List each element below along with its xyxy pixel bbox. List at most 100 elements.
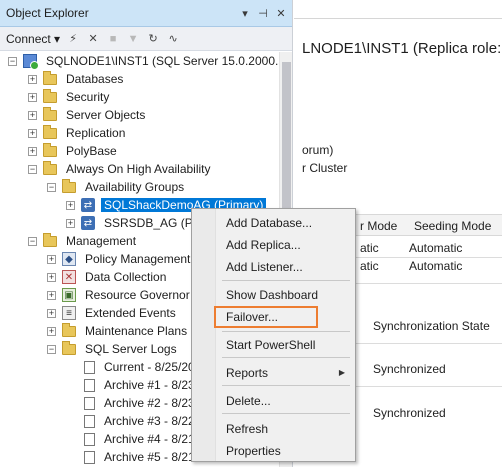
grid-cell: Automatic	[409, 241, 463, 255]
menu-item-add-replica[interactable]: Add Replica...	[226, 236, 301, 254]
object-explorer-toolbar: Connect ▾ ⚡ ✕ ■ ▼ ↻ ∿	[0, 27, 292, 51]
log-file-icon	[84, 396, 95, 410]
tree-node-always-on[interactable]: − Always On High Availability	[28, 160, 214, 178]
tree-node-log-current[interactable]: Current - 8/25/20	[84, 358, 198, 376]
tree-node-label: Server Objects	[66, 108, 146, 122]
tree-node-availability-groups[interactable]: − Availability Groups	[47, 178, 187, 196]
refresh-icon[interactable]: ↻	[146, 32, 160, 46]
menu-item-refresh[interactable]: Refresh	[226, 420, 268, 438]
collapse-icon[interactable]: −	[28, 236, 37, 246]
tree-node-log-archive-4[interactable]: Archive #4 - 8/21	[84, 430, 198, 448]
availability-group-icon: ⇄	[81, 216, 95, 230]
tree-node-resource-governor[interactable]: + ▣ Resource Governor	[47, 286, 193, 304]
tree-node-databases[interactable]: + Databases	[28, 70, 126, 88]
panel-title: Object Explorer	[6, 6, 89, 20]
log-file-icon	[84, 432, 95, 446]
expand-icon[interactable]: +	[47, 290, 56, 300]
grid-cell: Synchronized	[373, 362, 446, 376]
tree-node-replication[interactable]: + Replication	[28, 124, 128, 142]
tree-node-log-archive-3[interactable]: Archive #3 - 8/22	[84, 412, 198, 430]
collapse-icon[interactable]: −	[8, 56, 17, 66]
log-file-icon	[84, 360, 95, 374]
folder-icon	[43, 124, 57, 139]
expand-icon[interactable]: +	[28, 128, 37, 138]
tree-node-extended-events[interactable]: + ≡ Extended Events	[47, 304, 179, 322]
tree-node-management[interactable]: − Management	[28, 232, 139, 250]
tree-node-log-archive-5[interactable]: Archive #5 - 8/21	[84, 448, 198, 466]
tree-node-data-collection[interactable]: + ✕ Data Collection	[47, 268, 169, 286]
disconnect-icon[interactable]: ✕	[86, 32, 100, 46]
tree-node-policy-management[interactable]: + ◆ Policy Management	[47, 250, 193, 268]
column-header-seeding-mode[interactable]: Seeding Mode	[414, 219, 491, 233]
tree-node-polybase[interactable]: + PolyBase	[28, 142, 120, 160]
tree-node-log-archive-1[interactable]: Archive #1 - 8/23	[84, 376, 198, 394]
tree-node-label: Archive #2 - 8/23	[104, 396, 195, 410]
menu-item-start-powershell[interactable]: Start PowerShell	[226, 336, 315, 354]
tree-node-label: Availability Groups	[85, 180, 185, 194]
expand-icon[interactable]: +	[66, 218, 75, 228]
collapse-icon[interactable]: −	[28, 164, 37, 174]
grid-cell: atic	[360, 259, 379, 273]
tree-node-label: Always On High Availability	[66, 162, 211, 176]
tree-node-label: Archive #5 - 8/21	[104, 450, 195, 464]
expand-icon[interactable]: +	[47, 272, 56, 282]
collapse-icon[interactable]: −	[47, 182, 56, 192]
expand-icon[interactable]: +	[66, 200, 75, 210]
activity-icon[interactable]: ∿	[166, 32, 180, 46]
connect-server-icon[interactable]: ⚡	[66, 32, 80, 46]
expand-icon[interactable]: +	[47, 326, 56, 336]
expand-icon[interactable]: +	[47, 254, 56, 264]
window-position-icon[interactable]: ▾	[238, 7, 252, 20]
policy-icon: ◆	[62, 252, 76, 266]
data-collection-icon: ✕	[62, 270, 76, 284]
dashboard-title: LNODE1\INST1 (Replica role:	[302, 40, 502, 57]
menu-item-show-dashboard[interactable]: Show Dashboard	[226, 286, 318, 304]
menu-item-add-database[interactable]: Add Database...	[226, 214, 312, 232]
filter-icon[interactable]: ▼	[126, 32, 140, 46]
tree-node-server-objects[interactable]: + Server Objects	[28, 106, 148, 124]
tree-node-label: PolyBase	[66, 144, 117, 158]
expand-icon[interactable]: +	[28, 146, 37, 156]
tree-node-label: Resource Governor	[85, 288, 190, 302]
log-file-icon	[84, 414, 95, 428]
menu-item-properties[interactable]: Properties	[226, 442, 281, 460]
folder-icon	[62, 340, 76, 355]
stop-icon[interactable]: ■	[106, 32, 120, 46]
folder-icon	[43, 70, 57, 85]
tree-node-maintenance-plans[interactable]: + Maintenance Plans	[47, 322, 190, 340]
tree-node-label: Replication	[66, 126, 126, 140]
collapse-icon[interactable]: −	[47, 344, 56, 354]
expand-icon[interactable]: +	[47, 308, 56, 318]
tree-node-label: Databases	[66, 72, 124, 86]
menu-item-add-listener[interactable]: Add Listener...	[226, 258, 303, 276]
close-icon[interactable]: ✕	[274, 7, 288, 20]
tree-node-security[interactable]: + Security	[28, 88, 112, 106]
tree-node-sql-server-logs[interactable]: − SQL Server Logs	[47, 340, 180, 358]
column-header-mode[interactable]: r Mode	[360, 219, 397, 233]
tree-node-server[interactable]: − SQLNODE1\INST1 (SQL Server 15.0.2000.5…	[8, 52, 292, 70]
tree-node-log-archive-2[interactable]: Archive #2 - 8/23	[84, 394, 198, 412]
folder-icon	[62, 322, 76, 337]
context-menu: Add Database... Add Replica... Add Liste…	[191, 208, 356, 462]
expand-icon[interactable]: +	[28, 74, 37, 84]
resource-governor-icon: ▣	[62, 288, 76, 302]
menu-item-reports[interactable]: Reports	[226, 364, 268, 382]
tree-node-label: Security	[66, 90, 110, 104]
tree-node-label: Archive #4 - 8/21	[104, 432, 195, 446]
column-header-sync-state[interactable]: Synchronization State	[373, 319, 490, 333]
menu-item-delete[interactable]: Delete...	[226, 392, 271, 410]
log-file-icon	[84, 450, 95, 464]
tree-node-label: Archive #1 - 8/23	[104, 378, 195, 392]
folder-icon	[43, 142, 57, 157]
expand-icon[interactable]: +	[28, 110, 37, 120]
submenu-arrow-icon: ▶	[338, 368, 345, 377]
menu-separator	[222, 413, 350, 414]
grid-cell: Synchronized	[373, 406, 446, 420]
tree-node-label: Extended Events	[85, 306, 176, 320]
expand-icon[interactable]: +	[28, 92, 37, 102]
availability-group-icon: ⇄	[81, 198, 95, 212]
menu-separator	[222, 357, 350, 358]
connect-button[interactable]: Connect ▾	[6, 32, 60, 46]
cluster-text: r Cluster	[302, 161, 348, 175]
pin-icon[interactable]: ⊣	[256, 7, 270, 20]
